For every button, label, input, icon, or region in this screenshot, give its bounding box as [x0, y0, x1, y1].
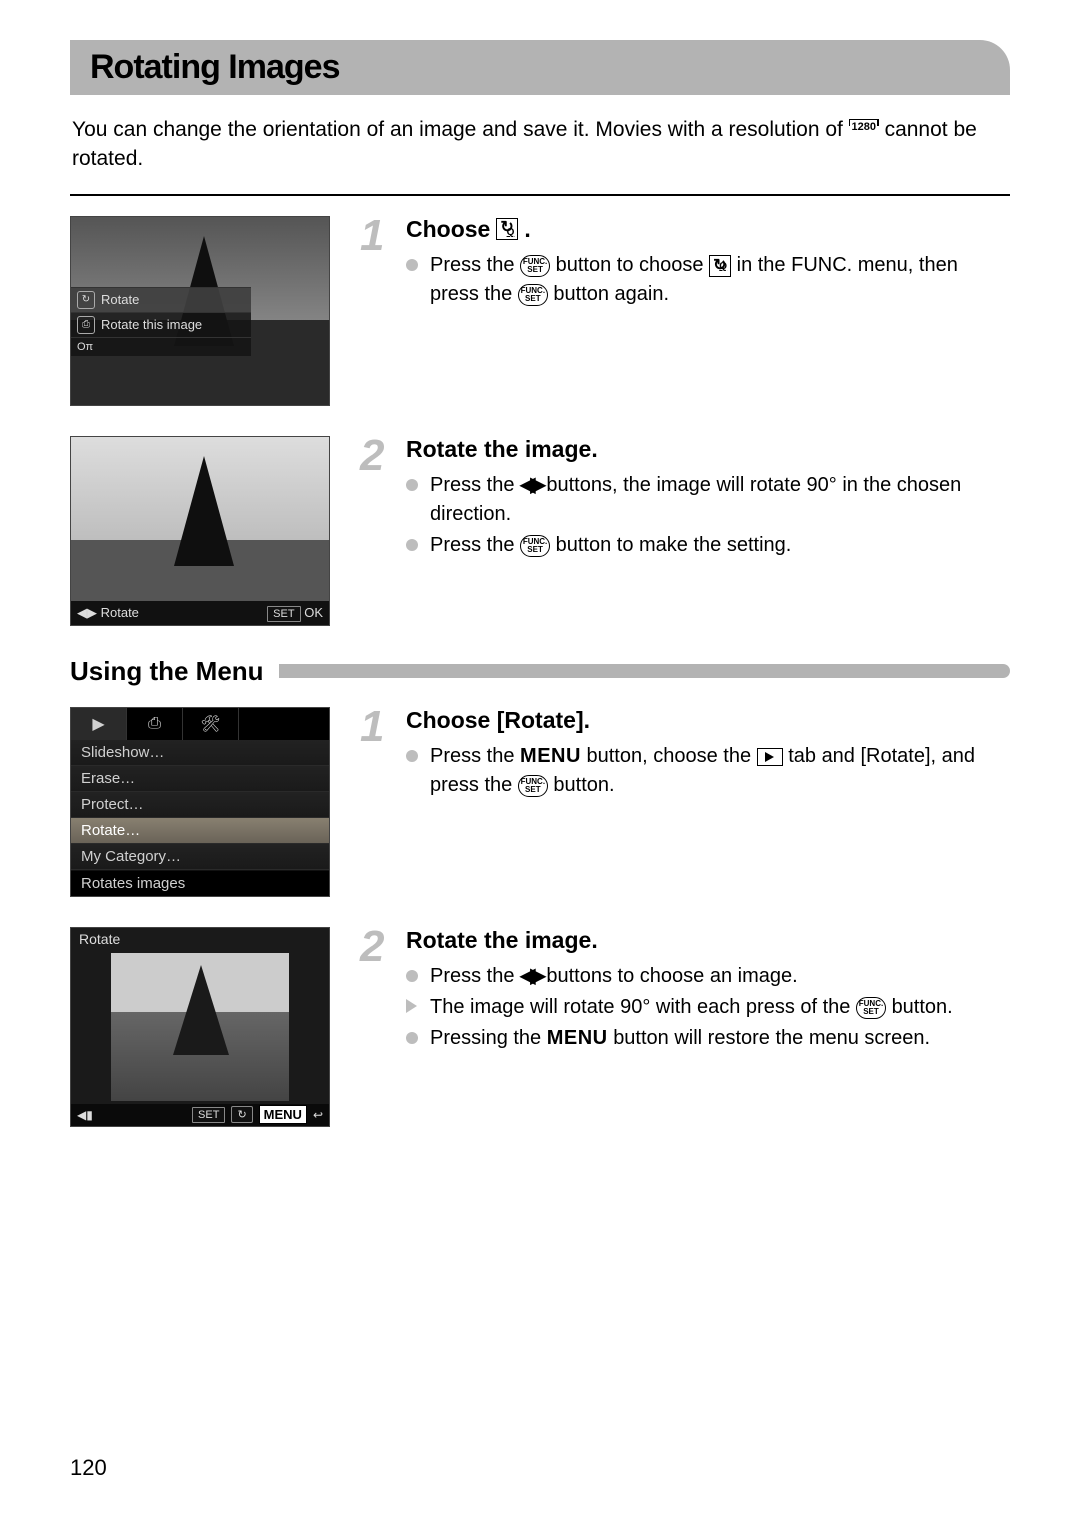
intro-text-pre: You can change the orientation of an ima…	[72, 118, 849, 141]
step-2-instruction-1: Press the ◀▶ buttons, the image will rot…	[406, 471, 1010, 529]
playback-tab-icon	[757, 748, 783, 766]
protect-icon: Oπ	[77, 341, 93, 353]
step-b2-title: Rotate the image.	[406, 927, 1010, 954]
rotate-mode-screenshot: Rotate ◀▮ SET ↻ MENU ↩	[70, 927, 330, 1127]
menu-button-label: MENU	[520, 745, 581, 767]
rotate-footer-left: ◀▶ Rotate	[77, 605, 139, 621]
intro-paragraph: You can change the orientation of an ima…	[70, 115, 1010, 174]
func-rotate-label: Rotate	[101, 292, 139, 307]
step-b-number-2: 2	[360, 927, 396, 1055]
rotate-action-icon: ↻	[231, 1106, 252, 1123]
step-b2-instruction-3: Pressing the MENU button will restore th…	[406, 1024, 1010, 1053]
step-1-instruction: Press the FUNC.SET button to choose Q in…	[406, 251, 1010, 309]
menu-status-text: Rotates images	[71, 871, 329, 896]
step-number-1: 1	[360, 216, 396, 311]
step-2-instruction-2: Press the FUNC.SET button to make the se…	[406, 531, 1010, 560]
page-number: 120	[70, 1455, 107, 1481]
func-set-icon: FUNC.SET	[520, 535, 550, 557]
rotate-icon: Q	[709, 255, 731, 277]
rotate-header-label: Rotate	[71, 928, 329, 952]
menu-item-slideshow: Slideshow…	[71, 740, 329, 766]
func-menu-screenshot: ↻ Rotate ⎙ Rotate this image Oπ	[70, 216, 330, 406]
step-b1-instruction: Press the MENU button, choose the tab an…	[406, 742, 1010, 800]
set-button: SET	[267, 606, 300, 622]
print-icon: ⎙	[77, 316, 95, 334]
step-b-number-1: 1	[360, 707, 396, 802]
tools-tab: 🛠	[183, 708, 239, 740]
step-number-2: 2	[360, 436, 396, 562]
func-set-icon: FUNC.SET	[518, 284, 548, 306]
step-b1-title: Choose [Rotate].	[406, 707, 1010, 734]
func-set-icon: FUNC.SET	[518, 775, 548, 797]
page-title: Rotating Images	[90, 48, 990, 87]
rotate-icon: Q	[496, 218, 518, 240]
step-2-title: Rotate the image.	[406, 436, 1010, 463]
playback-tab: ▶	[71, 708, 127, 740]
divider	[70, 194, 1010, 196]
resolution-1280-icon: 1280	[849, 119, 879, 141]
menu-item-rotate: Rotate…	[71, 818, 329, 844]
rotate-preview-screenshot: ◀▶ Rotate SET OK	[70, 436, 330, 626]
menu-item-protect: Protect…	[71, 792, 329, 818]
rotate-icon: ↻	[77, 291, 95, 309]
step-b2-instruction-2: The image will rotate 90° with each pres…	[406, 993, 1010, 1022]
func-set-icon: FUNC.SET	[520, 255, 550, 277]
left-right-arrows-icon: ◀▶	[520, 474, 541, 496]
func-desc-label: Rotate this image	[101, 317, 202, 332]
step-b2-instruction-1: Press the ◀▶ buttons to choose an image.	[406, 962, 1010, 991]
left-right-arrows-icon: ◀▶	[520, 965, 541, 987]
set-button: SET	[192, 1107, 225, 1123]
section-title-bar: Rotating Images	[70, 40, 1010, 95]
menu-button-label: MENU	[547, 1027, 608, 1049]
subsection-title: Using the Menu	[70, 656, 264, 687]
back-icon: ↩	[313, 1108, 323, 1122]
print-tab: ⎙	[127, 708, 183, 740]
left-corner-icon: ◀▮	[77, 1108, 93, 1122]
func-set-icon: FUNC.SET	[856, 997, 886, 1019]
ok-label: OK	[304, 605, 323, 620]
menu-button-label: MENU	[259, 1105, 307, 1124]
playback-menu-screenshot: ▶ ⎙ 🛠 Slideshow… Erase… Protect… Rotate……	[70, 707, 330, 897]
step-1-title: Choose Q .	[406, 216, 1010, 243]
menu-item-mycategory: My Category…	[71, 844, 329, 870]
subsection-heading: Using the Menu	[70, 656, 1010, 687]
menu-item-erase: Erase…	[71, 766, 329, 792]
